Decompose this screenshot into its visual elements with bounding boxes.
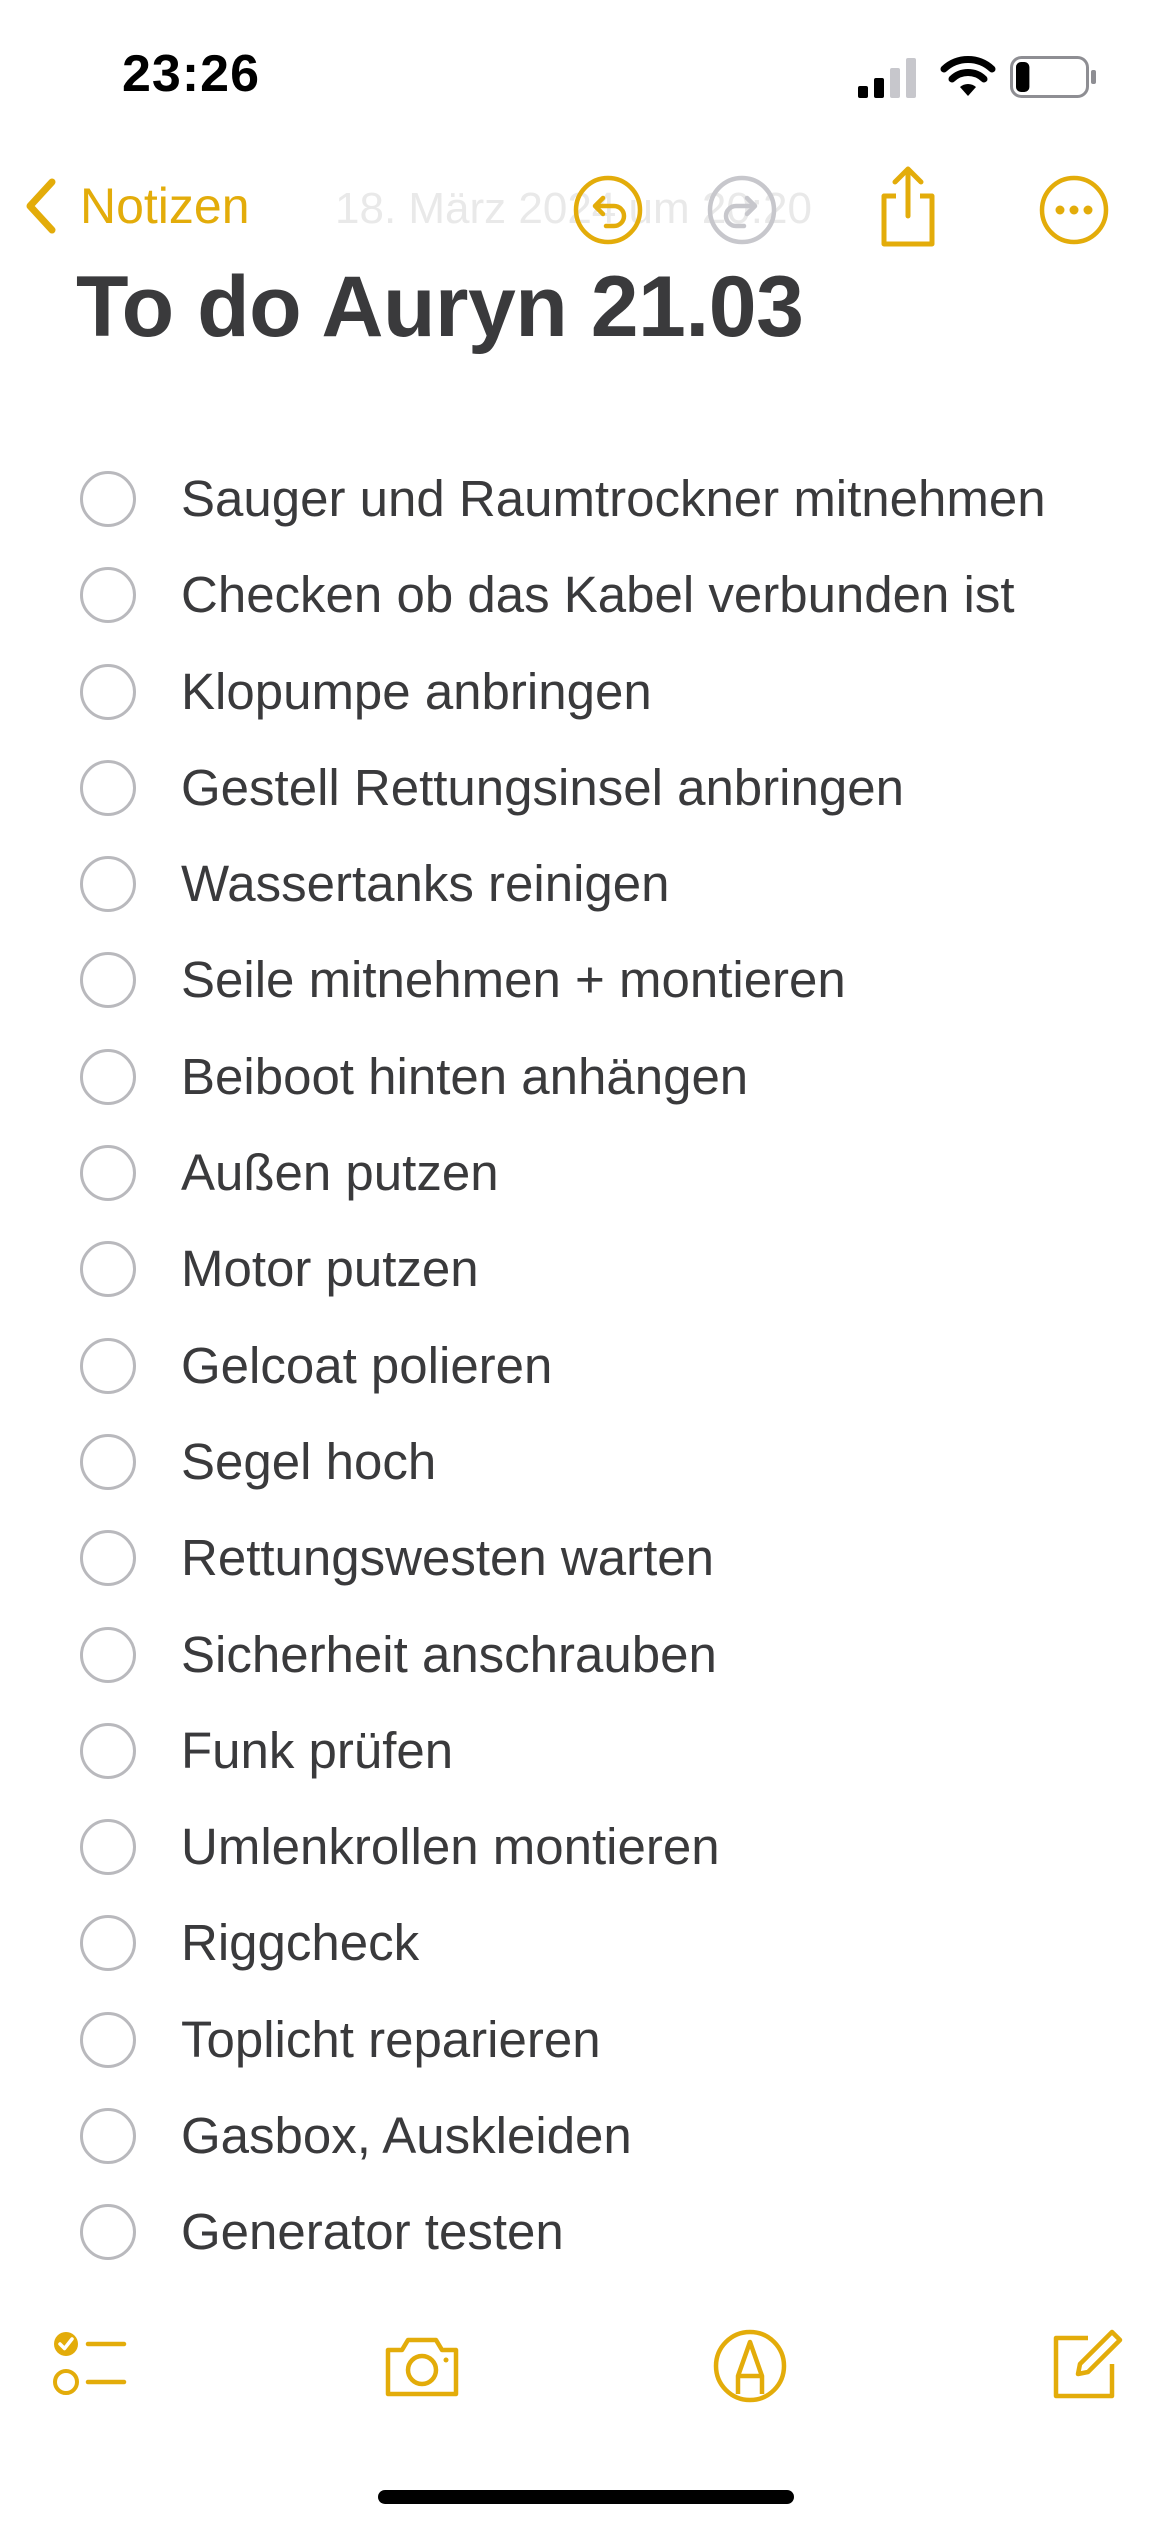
checklist-item[interactable]: Generator testen bbox=[0, 2186, 1170, 2282]
share-icon[interactable] bbox=[872, 164, 944, 250]
checklist-item[interactable]: Wassertanks reinigen bbox=[0, 838, 1170, 934]
checklist-item-text[interactable]: Beiboot hinten anhängen bbox=[181, 1047, 748, 1106]
checklist-item-text[interactable]: Gasbox, Auskleiden bbox=[181, 2106, 632, 2165]
redo-icon[interactable] bbox=[706, 174, 778, 246]
checkbox-circle-icon[interactable] bbox=[80, 1241, 136, 1298]
checklist-item[interactable]: Checken ob das Kabel verbunden ist bbox=[0, 549, 1170, 645]
checklist-item-text[interactable]: Sicherheit anschrauben bbox=[181, 1625, 717, 1684]
chevron-left-icon bbox=[26, 178, 56, 234]
checkbox-circle-icon[interactable] bbox=[80, 1530, 136, 1587]
checklist-item-text[interactable]: Generator testen bbox=[181, 2202, 564, 2261]
checkbox-circle-icon[interactable] bbox=[80, 2108, 136, 2165]
checklist-item-text[interactable]: Umlenkrollen montieren bbox=[181, 1817, 720, 1876]
checklist-item-text[interactable]: Gestell Rettungsinsel anbringen bbox=[181, 758, 904, 817]
checkbox-circle-icon[interactable] bbox=[80, 759, 136, 816]
checklist-item-text[interactable]: Sauger und Raumtrockner mitnehmen bbox=[181, 469, 1046, 528]
checklist-item-text[interactable]: Riggcheck bbox=[181, 1913, 419, 1972]
checklist-icon[interactable] bbox=[48, 2324, 132, 2408]
status-time: 23:26 bbox=[122, 45, 260, 103]
checklist-item[interactable]: Außen putzen bbox=[0, 1127, 1170, 1223]
checklist-item[interactable]: Segel hoch bbox=[0, 1416, 1170, 1512]
note-title[interactable]: To do Auryn 21.03 bbox=[76, 258, 804, 357]
checkbox-circle-icon[interactable] bbox=[80, 856, 136, 913]
checklist-item[interactable]: Klopumpe anbringen bbox=[0, 646, 1170, 742]
checklist-item-text[interactable]: Außen putzen bbox=[181, 1143, 499, 1202]
checklist-item-text[interactable]: Seile mitnehmen + montieren bbox=[181, 950, 846, 1009]
checklist-item-text[interactable]: Motor putzen bbox=[181, 1239, 479, 1298]
checkbox-circle-icon[interactable] bbox=[80, 952, 136, 1009]
checklist: Sauger und Raumtrockner mitnehmen Checken… bbox=[0, 453, 1170, 2283]
markup-icon[interactable] bbox=[708, 2324, 792, 2408]
checkbox-circle-icon[interactable] bbox=[80, 1626, 136, 1683]
back-label: Notizen bbox=[80, 178, 250, 234]
camera-icon[interactable] bbox=[380, 2324, 464, 2408]
undo-icon[interactable] bbox=[572, 174, 644, 246]
checklist-item[interactable]: Motor putzen bbox=[0, 1223, 1170, 1319]
checklist-item-text[interactable]: Klopumpe anbringen bbox=[181, 662, 652, 721]
checklist-item[interactable]: Gasbox, Auskleiden bbox=[0, 2090, 1170, 2186]
checkbox-circle-icon[interactable] bbox=[80, 2011, 136, 2068]
checkbox-circle-icon[interactable] bbox=[80, 2204, 136, 2261]
compose-icon[interactable] bbox=[1042, 2324, 1126, 2408]
checklist-item[interactable]: Sicherheit anschrauben bbox=[0, 1609, 1170, 1705]
checklist-item[interactable]: Gestell Rettungsinsel anbringen bbox=[0, 742, 1170, 838]
checklist-item[interactable]: Funk prüfen bbox=[0, 1705, 1170, 1801]
checkbox-circle-icon[interactable] bbox=[80, 471, 136, 527]
checkbox-circle-icon[interactable] bbox=[80, 1915, 136, 1972]
bottom-toolbar bbox=[0, 2320, 1170, 2430]
checkbox-circle-icon[interactable] bbox=[80, 1722, 136, 1779]
checkbox-circle-icon[interactable] bbox=[80, 1048, 136, 1105]
checklist-item[interactable]: Sauger und Raumtrockner mitnehmen bbox=[0, 453, 1170, 549]
checklist-item[interactable]: Rettungswesten warten bbox=[0, 1512, 1170, 1608]
checkbox-circle-icon[interactable] bbox=[80, 1145, 136, 1202]
nav-bar: Notizen 18. März 2024 um 20:20 bbox=[0, 150, 1170, 270]
home-indicator bbox=[378, 2490, 794, 2504]
checklist-item[interactable]: Riggcheck bbox=[0, 1897, 1170, 1993]
checklist-item-text[interactable]: Segel hoch bbox=[181, 1432, 436, 1491]
checkbox-circle-icon[interactable] bbox=[80, 663, 136, 720]
cellular-signal-icon bbox=[858, 58, 916, 98]
checkbox-circle-icon[interactable] bbox=[80, 1337, 136, 1394]
checklist-item-text[interactable]: Gelcoat polieren bbox=[181, 1336, 552, 1395]
checklist-item[interactable]: Seile mitnehmen + montieren bbox=[0, 934, 1170, 1030]
checklist-item[interactable]: Beiboot hinten anhängen bbox=[0, 1031, 1170, 1127]
checklist-item[interactable]: Toplicht reparieren bbox=[0, 1994, 1170, 2090]
back-button[interactable]: Notizen bbox=[24, 176, 250, 236]
checklist-item[interactable]: Gelcoat polieren bbox=[0, 1320, 1170, 1416]
more-icon[interactable] bbox=[1038, 174, 1110, 246]
checkbox-circle-icon[interactable] bbox=[80, 567, 136, 624]
checklist-item-text[interactable]: Checken ob das Kabel verbunden ist bbox=[181, 565, 1015, 624]
checkbox-circle-icon[interactable] bbox=[80, 1433, 136, 1490]
wifi-icon bbox=[940, 56, 996, 96]
checklist-item-text[interactable]: Rettungswesten warten bbox=[181, 1528, 714, 1587]
checklist-item[interactable]: Umlenkrollen montieren bbox=[0, 1801, 1170, 1897]
checkbox-circle-icon[interactable] bbox=[80, 1819, 136, 1876]
status-bar: 23:26 bbox=[0, 0, 1170, 150]
checklist-item-text[interactable]: Toplicht reparieren bbox=[181, 2010, 601, 2069]
battery-icon bbox=[1010, 56, 1096, 98]
checklist-item-text[interactable]: Funk prüfen bbox=[181, 1721, 453, 1780]
checklist-item-text[interactable]: Wassertanks reinigen bbox=[181, 854, 669, 913]
